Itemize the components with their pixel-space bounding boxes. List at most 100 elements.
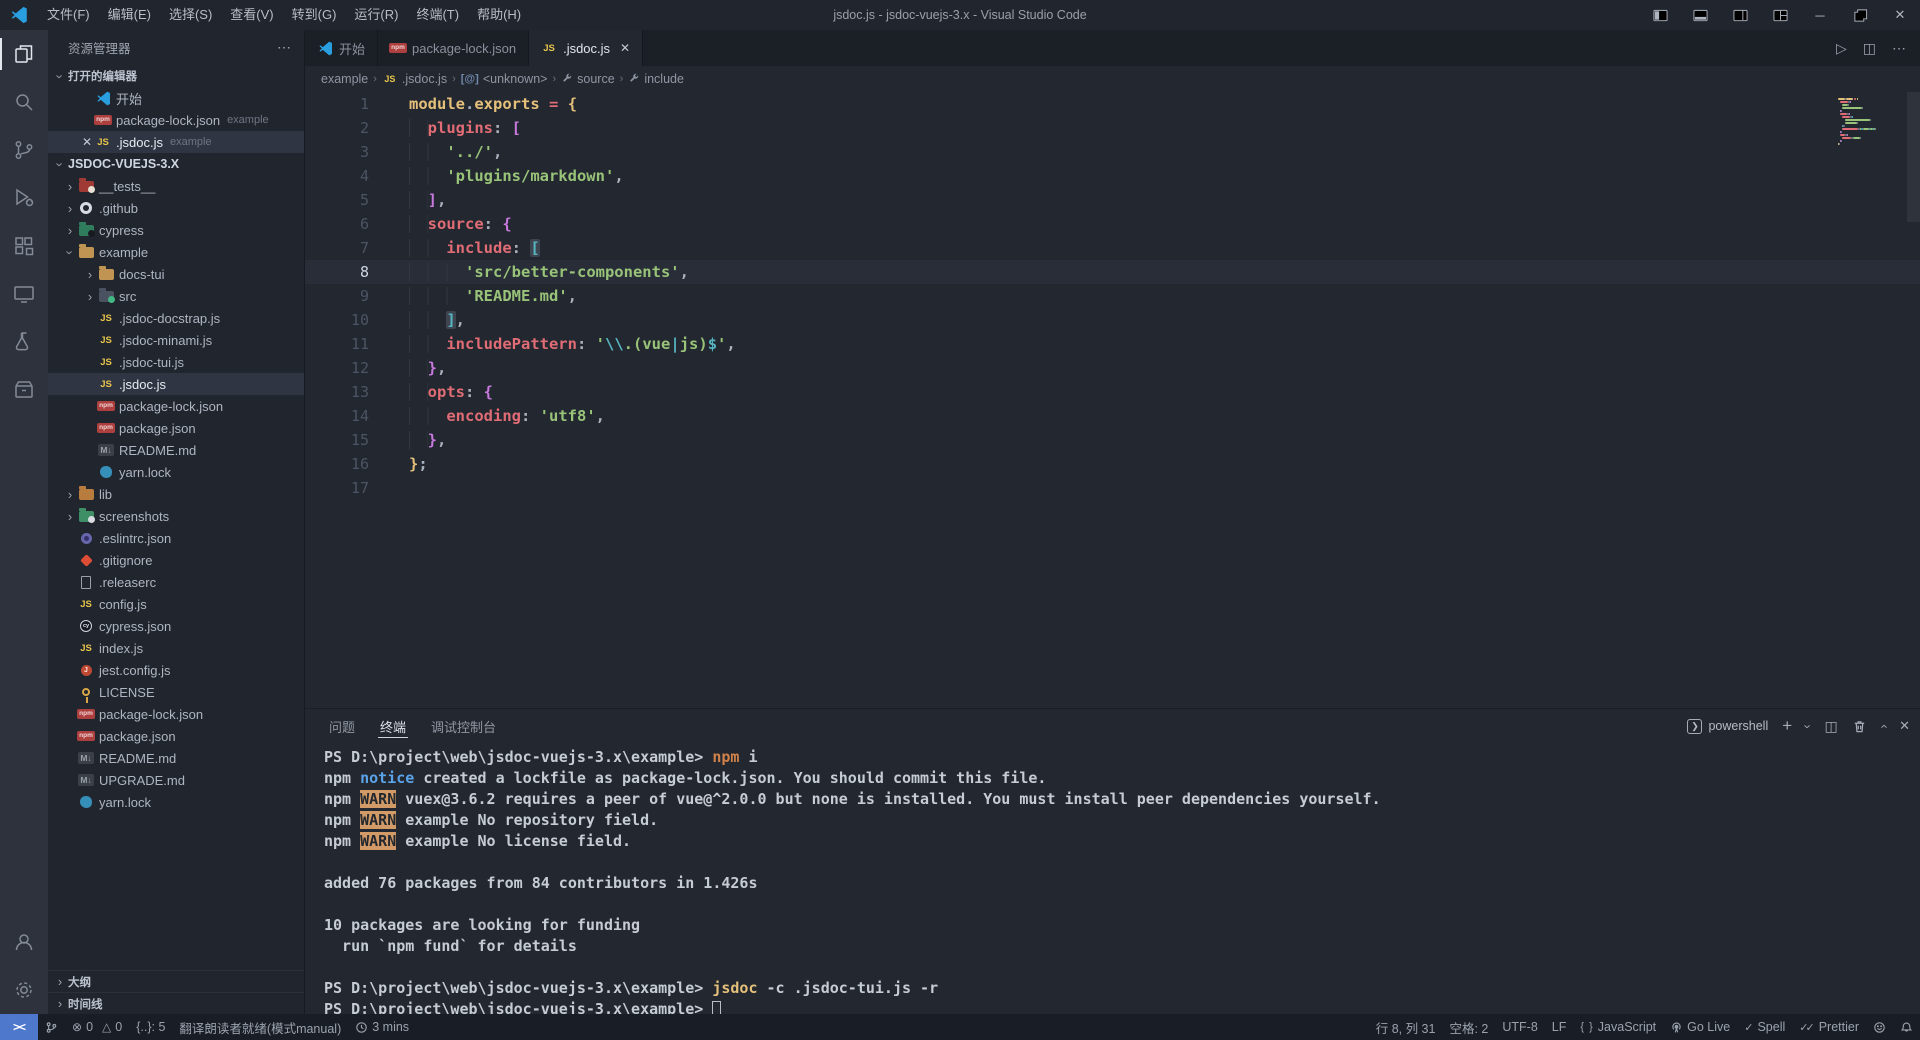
panel-tab-问题[interactable]: 问题: [323, 709, 361, 743]
spell-checker[interactable]: ✓Spell: [1737, 1014, 1792, 1040]
tree-item-github[interactable]: ›.github: [48, 197, 304, 219]
tree-item-upgrade-md[interactable]: M↓UPGRADE.md: [48, 769, 304, 791]
timer[interactable]: 3 mins: [348, 1014, 416, 1040]
remote-explorer-icon[interactable]: [0, 270, 48, 318]
tab-jsdoc-js[interactable]: JS.jsdoc.js✕: [529, 30, 643, 66]
tree-item-package-json[interactable]: npmpackage.json: [48, 417, 304, 439]
source-control-icon[interactable]: [0, 126, 48, 174]
menu-查看-v[interactable]: 查看(V): [221, 0, 282, 30]
run-debug-icon[interactable]: [0, 174, 48, 222]
tree-item-docs-tui[interactable]: ›docs-tui: [48, 263, 304, 285]
terminal-output[interactable]: PS D:\project\web\jsdoc-vuejs-3.x\exampl…: [305, 743, 1920, 1014]
tree-item-jsdoc-js[interactable]: JS.jsdoc.js: [48, 373, 304, 395]
restore-icon[interactable]: [1840, 0, 1880, 30]
breadcrumb-include[interactable]: include: [628, 72, 684, 87]
tree-item-src[interactable]: ›src: [48, 285, 304, 307]
tree-item-tests[interactable]: ›__tests__: [48, 175, 304, 197]
menu-选择-s[interactable]: 选择(S): [160, 0, 221, 30]
toggle-panel-icon[interactable]: [1680, 0, 1720, 30]
close-editor-icon[interactable]: ✕: [79, 135, 95, 149]
language-mode[interactable]: { }JavaScript: [1573, 1014, 1663, 1040]
tree-item-yarn-lock[interactable]: yarn.lock: [48, 791, 304, 813]
tree-item-jsdoc-tui-js[interactable]: JS.jsdoc-tui.js: [48, 351, 304, 373]
tree-item-screenshots[interactable]: ›screenshots: [48, 505, 304, 527]
notifications[interactable]: [1893, 1014, 1920, 1040]
branch-indicator[interactable]: [38, 1014, 65, 1040]
minimap[interactable]: [1838, 98, 1902, 149]
go-live[interactable]: Go Live: [1663, 1014, 1737, 1040]
feedback[interactable]: [1866, 1014, 1893, 1040]
tree-item-readme-md[interactable]: M↓README.md: [48, 747, 304, 769]
problems[interactable]: ⊗0△0: [65, 1014, 129, 1040]
split-editor-icon[interactable]: ◫: [1863, 40, 1876, 57]
breadcrumb-unknown[interactable]: [@]<unknown>: [461, 72, 548, 86]
toggle-sidebar-icon[interactable]: [1640, 0, 1680, 30]
panel-tab-终端[interactable]: 终端: [374, 709, 412, 743]
indentation[interactable]: 空格: 2: [1442, 1014, 1495, 1040]
tree-item-jsdoc-minami-js[interactable]: JS.jsdoc-minami.js: [48, 329, 304, 351]
open-editor-jsdoc-js[interactable]: ✕JS.jsdoc.jsexample: [48, 131, 304, 153]
breadcrumb-source[interactable]: source: [561, 72, 615, 87]
panel-tab-调试控制台[interactable]: 调试控制台: [425, 709, 502, 743]
tree-item-gitignore[interactable]: .gitignore: [48, 549, 304, 571]
accounts-icon[interactable]: [0, 918, 48, 966]
menu-编辑-e[interactable]: 编辑(E): [99, 0, 160, 30]
explorer-icon[interactable]: [0, 30, 48, 78]
tree-item-package-lock-json[interactable]: npmpackage-lock.json: [48, 395, 304, 417]
encoding[interactable]: UTF-8: [1495, 1014, 1544, 1040]
menu-文件-f[interactable]: 文件(F): [38, 0, 99, 30]
menu-转到-g[interactable]: 转到(G): [283, 0, 346, 30]
testing-beaker-icon[interactable]: [0, 318, 48, 366]
settings-gear-icon[interactable]: [0, 966, 48, 1014]
tab-package-lock-json[interactable]: npmpackage-lock.json: [378, 30, 529, 66]
tree-item-releaserc[interactable]: .releaserc: [48, 571, 304, 593]
tab-开始[interactable]: 开始: [305, 30, 378, 66]
tree-item-readme-md[interactable]: M↓README.md: [48, 439, 304, 461]
tree-item-license[interactable]: LICENSE: [48, 681, 304, 703]
timeline-section[interactable]: ›时间线: [48, 992, 304, 1014]
minimize-icon[interactable]: ─: [1800, 0, 1840, 30]
tree-item-jsdoc-docstrap-js[interactable]: JS.jsdoc-docstrap.js: [48, 307, 304, 329]
menu-终端-t[interactable]: 终端(T): [407, 0, 468, 30]
tree-item-jest-config-js[interactable]: Jjest.config.js: [48, 659, 304, 681]
tree-item-cypress-json[interactable]: cycypress.json: [48, 615, 304, 637]
close-icon[interactable]: ✕: [1880, 0, 1920, 30]
menu-帮助-h[interactable]: 帮助(H): [468, 0, 530, 30]
extensions-icon[interactable]: [0, 222, 48, 270]
remote-indicator[interactable]: ><: [0, 1014, 38, 1040]
box-drawer-icon[interactable]: [0, 366, 48, 414]
tree-item-config-js[interactable]: JSconfig.js: [48, 593, 304, 615]
open-editor-package-lock-json[interactable]: npmpackage-lock.jsonexample: [48, 109, 304, 131]
close-tab-icon[interactable]: ✕: [620, 41, 630, 55]
outline-section[interactable]: ›大纲: [48, 970, 304, 992]
translator-status[interactable]: 翻译朗读者就绪(模式manual): [172, 1014, 348, 1040]
breadcrumb-jsdoc-js[interactable]: JS.jsdoc.js: [382, 71, 447, 87]
toggle-secondary-sidebar-icon[interactable]: [1720, 0, 1760, 30]
more-actions-icon[interactable]: ⋯: [1892, 40, 1906, 57]
close-panel-icon[interactable]: ✕: [1899, 718, 1910, 734]
code-editor[interactable]: 1module.exports = {2 plugins: [3 '../',4…: [305, 92, 1920, 708]
prettier[interactable]: ✓✓Prettier: [1792, 1014, 1866, 1040]
split-terminal-icon[interactable]: ◫: [1825, 718, 1838, 735]
tree-item-eslintrc-json[interactable]: .eslintrc.json: [48, 527, 304, 549]
new-terminal-icon[interactable]: +: [1782, 716, 1792, 736]
bracket-count[interactable]: {..}: 5: [129, 1014, 172, 1040]
tree-item-lib[interactable]: ›lib: [48, 483, 304, 505]
terminal-shell-selector[interactable]: ❯ powershell: [1687, 719, 1768, 734]
views-actions-icon[interactable]: ⋯: [277, 39, 292, 56]
customize-layout-icon[interactable]: [1760, 0, 1800, 30]
tree-root-header[interactable]: › JSDOC-VUEJS-3.X: [48, 153, 304, 175]
tree-item-package-lock-json[interactable]: npmpackage-lock.json: [48, 703, 304, 725]
run-file-icon[interactable]: ▷: [1836, 40, 1847, 57]
cursor-position[interactable]: 行 8, 列 31: [1369, 1014, 1443, 1040]
tree-item-cypress[interactable]: ›cypress: [48, 219, 304, 241]
tree-item-example[interactable]: ›example: [48, 241, 304, 263]
menu-运行-r[interactable]: 运行(R): [345, 0, 407, 30]
maximize-panel-icon[interactable]: ›: [1875, 724, 1890, 728]
kill-terminal-icon[interactable]: [1852, 719, 1867, 734]
breadcrumb-example[interactable]: example: [321, 72, 368, 86]
search-icon[interactable]: [0, 78, 48, 126]
tree-item-package-json[interactable]: npmpackage.json: [48, 725, 304, 747]
tree-item-yarn-lock[interactable]: yarn.lock: [48, 461, 304, 483]
editor-scrollbar[interactable]: [1907, 92, 1920, 222]
